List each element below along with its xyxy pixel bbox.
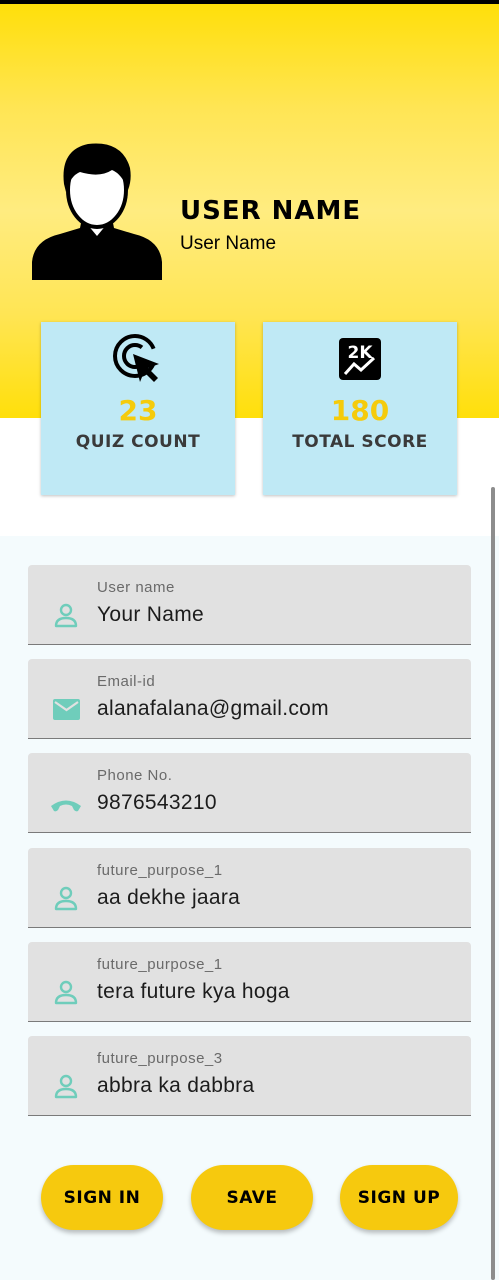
- username-field[interactable]: User name Your Name: [28, 565, 471, 645]
- future-purpose-3-field[interactable]: future_purpose_3 abbra ka dabbra: [28, 1036, 471, 1116]
- email-field[interactable]: Email-id alanafalana@gmail.com: [28, 659, 471, 739]
- profile-title: USER NAME: [180, 196, 362, 226]
- username-label: User name: [97, 579, 175, 596]
- score-chart-icon: 2K: [339, 338, 381, 380]
- phone-icon: [51, 800, 81, 812]
- future-purpose-3-value[interactable]: abbra ka dabbra: [97, 1074, 254, 1098]
- total-score-value: 180: [330, 394, 390, 427]
- scrollbar[interactable]: [491, 487, 495, 1280]
- phone-field[interactable]: Phone No. 9876543210: [28, 753, 471, 833]
- phone-label: Phone No.: [97, 767, 173, 784]
- total-score-label: TOTAL SCORE: [292, 432, 428, 452]
- future-purpose-1-field[interactable]: future_purpose_1 aa dekhe jaara: [28, 848, 471, 928]
- save-button[interactable]: SAVE: [191, 1165, 313, 1230]
- future-purpose-2-value[interactable]: tera future kya hoga: [97, 980, 290, 1004]
- username-value[interactable]: Your Name: [97, 603, 204, 627]
- total-score-card: 2K 180 TOTAL SCORE: [263, 322, 457, 495]
- future-purpose-2-label: future_purpose_1: [97, 956, 223, 973]
- sign-in-button[interactable]: SIGN IN: [41, 1165, 163, 1230]
- score-icon-text: 2K: [347, 343, 373, 363]
- future-purpose-2-field[interactable]: future_purpose_1 tera future kya hoga: [28, 942, 471, 1022]
- quiz-count-value: 23: [118, 394, 158, 427]
- person-silhouette-icon: [32, 143, 162, 280]
- future-purpose-3-label: future_purpose_3: [97, 1050, 223, 1067]
- future-purpose-1-value[interactable]: aa dekhe jaara: [97, 886, 240, 910]
- person-icon: [54, 1074, 78, 1099]
- email-value[interactable]: alanafalana@gmail.com: [97, 697, 329, 721]
- sign-up-button[interactable]: SIGN UP: [340, 1165, 458, 1230]
- phone-value[interactable]: 9876543210: [97, 791, 217, 815]
- person-icon: [54, 980, 78, 1005]
- quiz-count-label: QUIZ COUNT: [75, 432, 201, 452]
- email-icon: [53, 699, 80, 720]
- email-label: Email-id: [97, 673, 156, 690]
- future-purpose-1-label: future_purpose_1: [97, 862, 223, 879]
- profile-subtitle: User Name: [180, 233, 277, 254]
- cursor-click-icon: [113, 334, 159, 382]
- person-icon: [54, 886, 78, 911]
- person-icon: [54, 603, 78, 628]
- quiz-count-card: 23 QUIZ COUNT: [41, 322, 235, 495]
